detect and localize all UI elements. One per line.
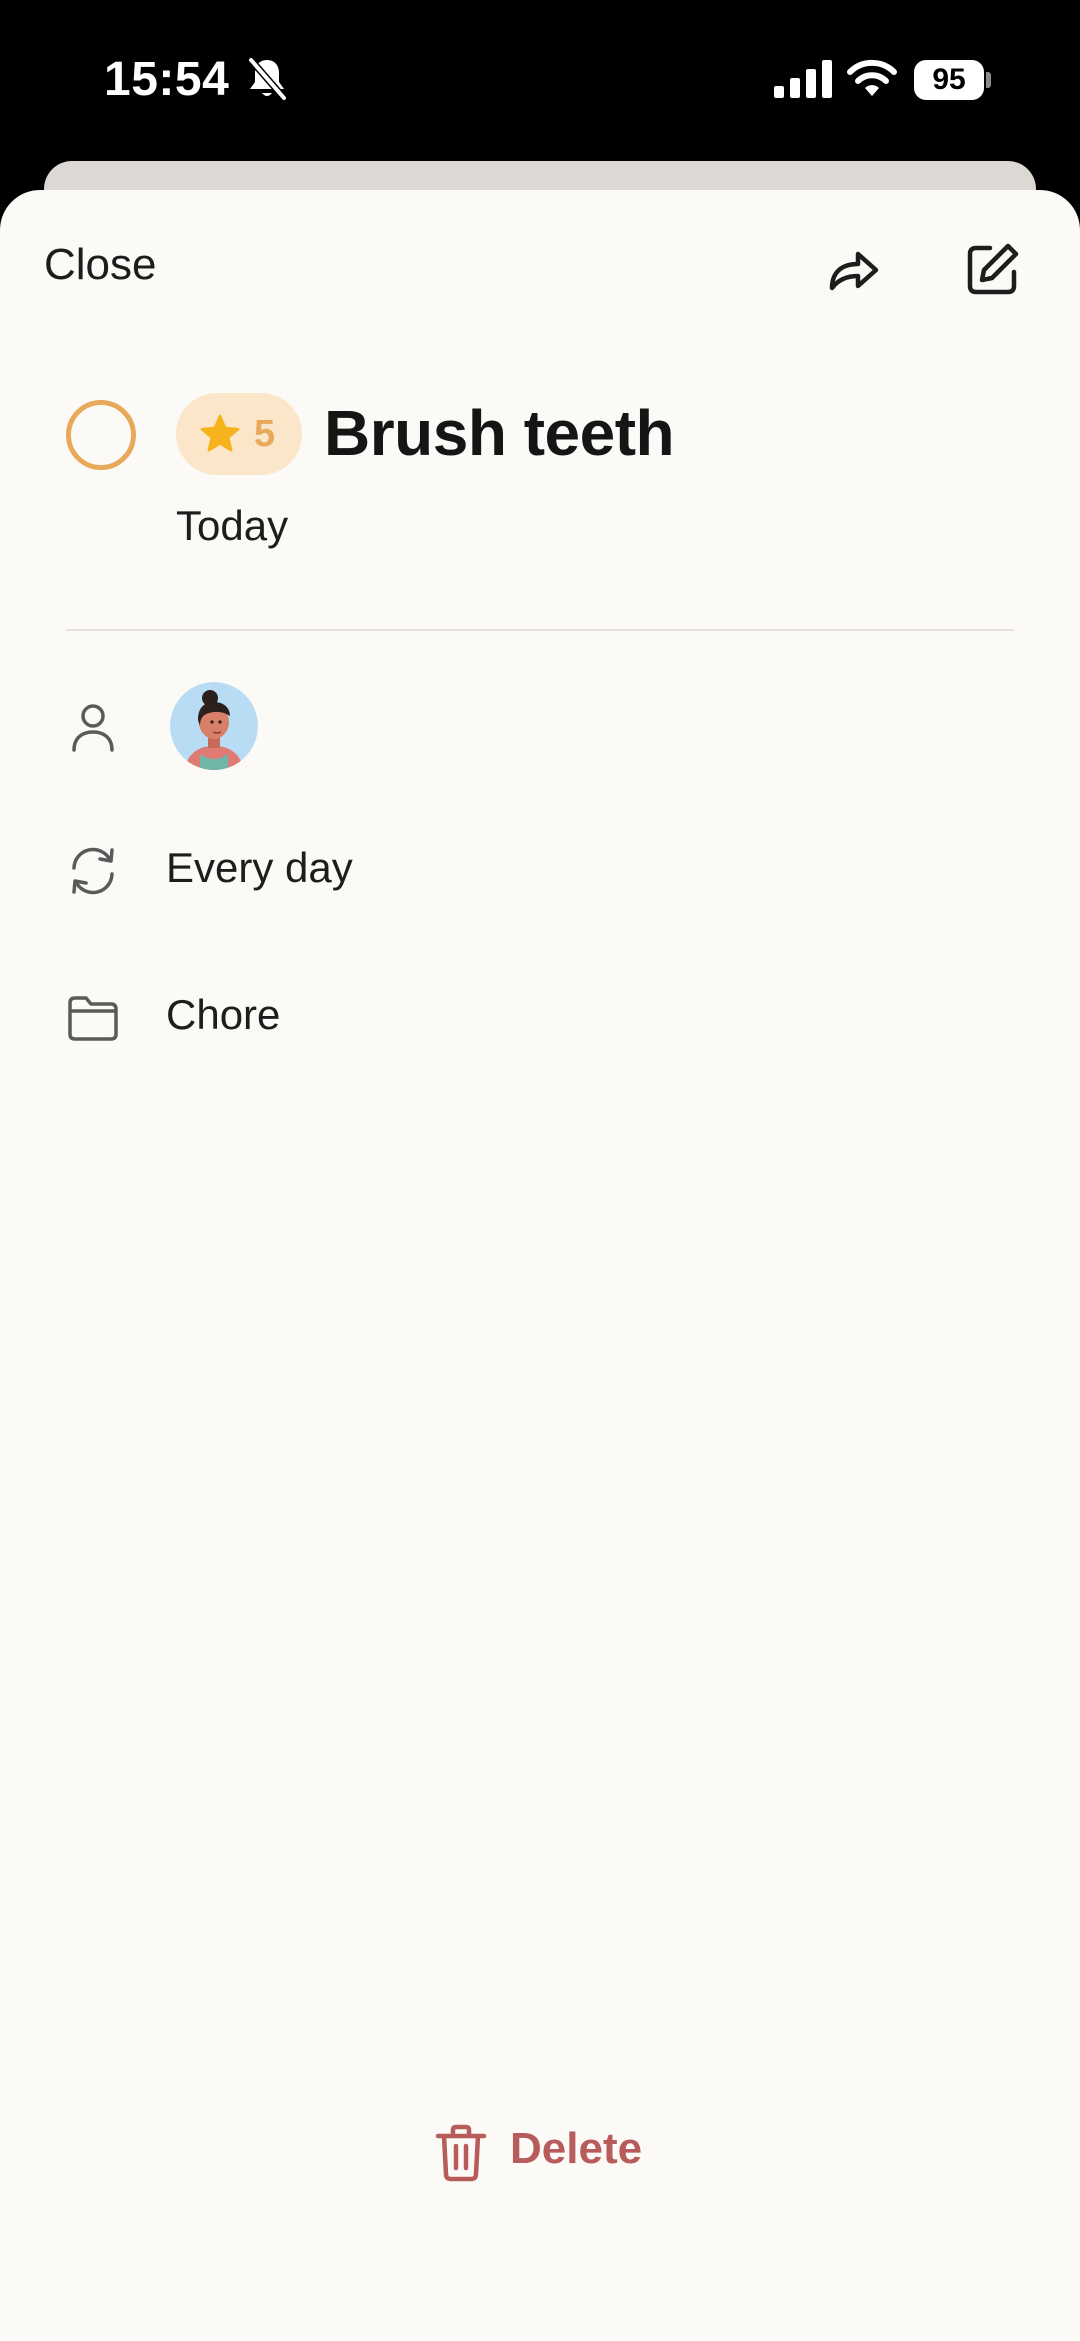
points-value: 5: [254, 413, 276, 455]
trash-icon: [435, 2124, 487, 2182]
task-detail-sheet: Close 5 Brush teeth Today Every day Chor…: [0, 190, 1080, 2341]
delete-label: Delete: [510, 2124, 643, 2173]
folder-icon: [68, 996, 118, 1041]
cellular-signal-icon: [774, 60, 832, 98]
person-icon: [72, 704, 114, 752]
repeat-value[interactable]: Every day: [166, 844, 353, 892]
bell-slash-icon: [248, 57, 287, 101]
points-badge: 5: [176, 393, 302, 475]
task-title: Brush teeth: [324, 397, 675, 469]
status-time: 15:54: [104, 53, 230, 106]
complete-toggle[interactable]: [66, 400, 136, 470]
share-arrow-icon[interactable]: [824, 240, 884, 300]
battery-nub: [986, 72, 991, 88]
delete-button[interactable]: Delete: [434, 2116, 654, 2188]
divider: [66, 629, 1014, 631]
status-bar: 15:54 95: [0, 0, 1080, 160]
task-due-date: Today: [176, 502, 289, 549]
category-value[interactable]: Chore: [166, 991, 280, 1039]
repeat-icon: [72, 847, 114, 895]
avatar[interactable]: [170, 682, 258, 770]
wifi-icon: [847, 59, 897, 96]
close-button[interactable]: Close: [44, 240, 157, 290]
edit-icon[interactable]: [962, 240, 1022, 300]
star-icon: [200, 414, 240, 452]
battery-icon: 95: [914, 60, 984, 100]
